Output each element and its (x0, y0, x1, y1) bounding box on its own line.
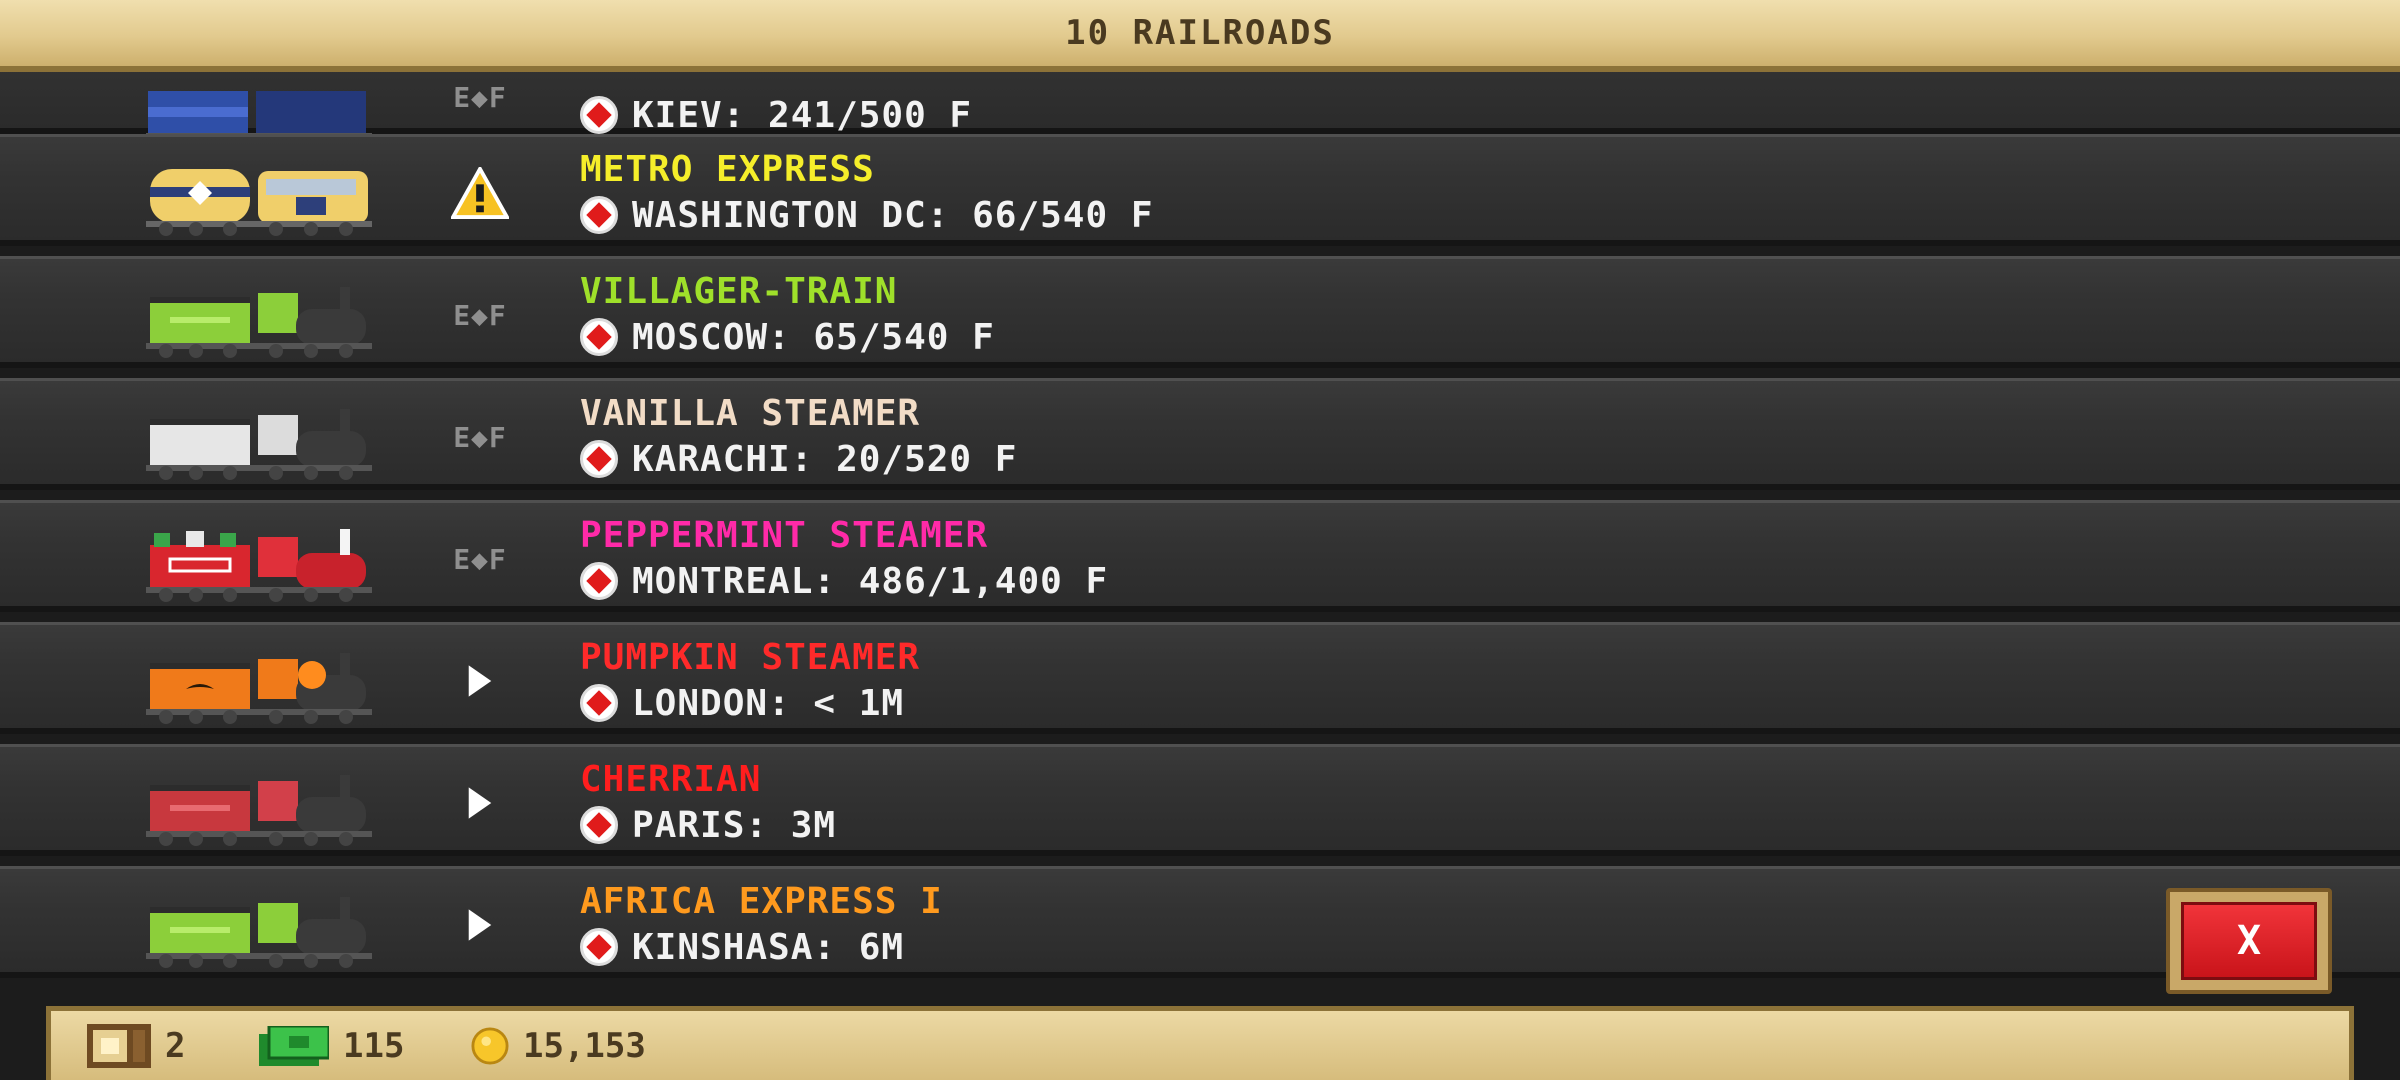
railroad-name: CHERRIAN (580, 759, 762, 800)
cash-icon (259, 1026, 329, 1066)
destination: WASHINGTON DC: 66/540 F (580, 193, 1154, 237)
railroad-row-villager-train[interactable]: E◆F VILLAGER-TRAIN MOSCOW: 65/540 F (0, 256, 2400, 368)
destination-marker-icon (580, 806, 618, 844)
railroad-row-metro-express[interactable]: METRO EXPRESS WASHINGTON DC: 66/540 F (0, 134, 2400, 246)
play-icon[interactable] (440, 651, 520, 711)
destination: PARIS: 3M (580, 803, 836, 847)
coin-icon (471, 1027, 509, 1065)
train-sprite-green (146, 279, 372, 359)
railroad-name: PUMPKIN STEAMER (580, 637, 921, 678)
train-sprite-white (146, 401, 372, 481)
train-sprite-metro (146, 157, 372, 237)
close-button[interactable]: X (2166, 888, 2332, 994)
railroad-name: VILLAGER-TRAIN (580, 271, 898, 312)
railroad-name: METRO EXPRESS (580, 149, 875, 190)
page-title: 10 RAILROADS (1065, 13, 1335, 53)
train-sprite-cherry (146, 767, 372, 847)
destination: LONDON: < 1M (580, 681, 904, 725)
empty-full-indicator: E◆F (453, 420, 507, 454)
warning-icon[interactable] (440, 163, 520, 223)
destination-marker-icon (580, 928, 618, 966)
crates-stat: 2 (87, 1021, 185, 1071)
train-sprite-pumpkin (146, 645, 372, 725)
railroad-row-africa-express-i[interactable]: AFRICA EXPRESS I KINSHASA: 6M (0, 866, 2400, 978)
play-icon[interactable] (440, 895, 520, 955)
destination: MOSCOW: 65/540 F (580, 315, 995, 359)
destination-marker-icon (580, 196, 618, 234)
footer-bar: 2 115 15,153 (46, 1006, 2354, 1080)
cash-stat: 115 (259, 1021, 404, 1071)
coins-stat: 15,153 (471, 1021, 646, 1071)
railroad-name: VANILLA STEAMER (580, 393, 921, 434)
railroad-name: PEPPERMINT STEAMER (580, 515, 989, 556)
train-sprite-green (146, 889, 372, 969)
close-icon: X (2181, 902, 2317, 980)
destination-marker-icon (580, 318, 618, 356)
train-sprite-peppermint (146, 523, 372, 603)
railroad-row-peppermint-steamer[interactable]: E◆F PEPPERMINT STEAMER MONTREAL: 486/1,4… (0, 500, 2400, 612)
destination: KINSHASA: 6M (580, 925, 904, 969)
destination: KIEV: 241/500 F (580, 93, 972, 137)
destination: KARACHI: 20/520 F (580, 437, 1017, 481)
destination-marker-icon (580, 684, 618, 722)
destination-marker-icon (580, 562, 618, 600)
railroad-list[interactable]: E◆F KIEV: 241/500 F METRO EXPRESS WASHIN… (0, 0, 2400, 1080)
destination-marker-icon (580, 96, 618, 134)
empty-full-indicator: E◆F (453, 80, 507, 114)
railroad-row-cherrian[interactable]: CHERRIAN PARIS: 3M (0, 744, 2400, 856)
destination-marker-icon (580, 440, 618, 478)
empty-full-indicator: E◆F (453, 542, 507, 576)
destination: MONTREAL: 486/1,400 F (580, 559, 1108, 603)
railroad-row-vanilla-steamer[interactable]: E◆F VANILLA STEAMER KARACHI: 20/520 F (0, 378, 2400, 490)
empty-full-indicator: E◆F (453, 298, 507, 332)
crate-icon (87, 1024, 151, 1068)
railroads-screen: E◆F KIEV: 241/500 F METRO EXPRESS WASHIN… (0, 0, 2400, 1080)
header-bar: 10 RAILROADS (0, 0, 2400, 72)
play-icon[interactable] (440, 773, 520, 833)
railroad-name: AFRICA EXPRESS I (580, 881, 943, 922)
railroad-row-pumpkin-steamer[interactable]: PUMPKIN STEAMER LONDON: < 1M (0, 622, 2400, 734)
